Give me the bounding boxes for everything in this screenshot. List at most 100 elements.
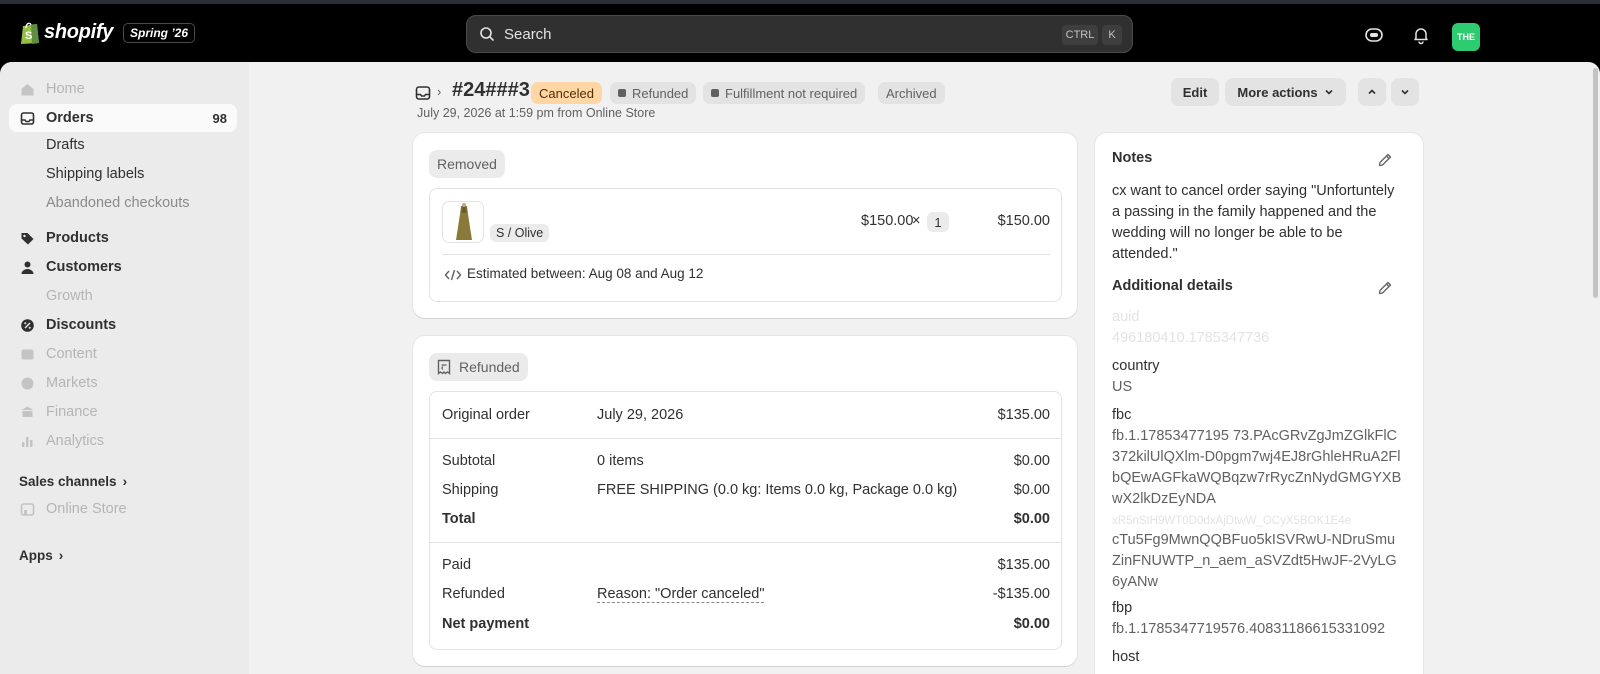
chevron-up-icon xyxy=(1368,89,1376,95)
sales-channels-label: Sales channels xyxy=(19,474,117,489)
store-name-redacted[interactable] xyxy=(1484,25,1596,49)
sidebar-item-label: Markets xyxy=(46,375,98,391)
discount-icon xyxy=(19,317,35,333)
top-bar: S shopify Spring ’26 Search CTRL K THE xyxy=(0,4,1600,62)
net-payment-label: Net payment xyxy=(442,616,530,632)
sidebar-item-label: Discounts xyxy=(46,317,117,333)
removed-line-item: S / Olive $150.00 × 1 $150.00 Estimated … xyxy=(429,188,1062,302)
additional-details-title: Additional details xyxy=(1112,278,1233,294)
sidebar-item-markets[interactable]: Markets xyxy=(9,369,237,397)
sidebar-item-customers[interactable]: Customers xyxy=(9,253,237,281)
svg-text:S: S xyxy=(25,30,32,42)
status-badge-canceled: Canceled xyxy=(531,82,602,104)
season-badge[interactable]: Spring ’26 xyxy=(123,22,196,43)
sidebar-item-products[interactable]: Products xyxy=(9,224,237,252)
original-order-amount: $135.00 xyxy=(997,407,1050,423)
sidebar-item-label: Growth xyxy=(46,288,93,304)
more-actions-button[interactable]: More actions xyxy=(1225,78,1346,106)
product-thumbnail[interactable] xyxy=(442,201,484,243)
refunded-amount: -$135.00 xyxy=(992,586,1050,602)
edit-button[interactable]: Edit xyxy=(1171,78,1219,106)
order-id: #24###3 xyxy=(452,79,530,101)
status-badge-label: Refunded xyxy=(632,85,689,101)
detail-value-fbc-faded: xR5nStH9WT0D0dxAjDtwW_OCyX5BOK1E4e xyxy=(1112,515,1352,527)
bank-icon xyxy=(19,404,35,420)
tag-icon xyxy=(19,230,35,246)
status-badge-label: Fulfillment not required xyxy=(725,85,858,101)
orders-inbox-icon[interactable] xyxy=(415,85,431,101)
chevron-down-icon xyxy=(1325,89,1333,95)
original-order-date: July 29, 2026 xyxy=(597,407,684,423)
refunded-card: Refunded Original order July 29, 2026 $1… xyxy=(413,336,1077,666)
globe-icon xyxy=(19,375,35,391)
sidebar-item-drafts[interactable]: Drafts xyxy=(46,137,85,153)
sidebar-item-analytics[interactable]: Analytics xyxy=(9,427,237,455)
sidebar-item-label: Products xyxy=(46,230,109,246)
notes-text: cx want to cancel order saying "Unfortun… xyxy=(1112,183,1395,262)
status-badge-fulfillment: Fulfillment not required xyxy=(703,82,866,104)
sidebar-item-label: Online Store xyxy=(46,501,127,517)
sidekick-icon[interactable] xyxy=(1364,25,1384,45)
page-scrollbar[interactable] xyxy=(1590,62,1600,674)
search-placeholder: Search xyxy=(504,25,552,43)
search-icon xyxy=(480,27,494,41)
refund-summary-table: Original order July 29, 2026 $135.00 Sub… xyxy=(429,391,1062,650)
sidebar-item-finance[interactable]: Finance xyxy=(9,398,237,426)
receipt-refund-icon xyxy=(437,359,451,375)
sidebar-item-discounts[interactable]: Discounts xyxy=(9,311,237,339)
bar-chart-icon xyxy=(19,433,35,449)
sidebar-item-label: Analytics xyxy=(46,433,105,449)
next-order-button[interactable] xyxy=(1391,78,1419,106)
admin-frame: Home Orders 98 Drafts Shipping labels Ab… xyxy=(0,62,1600,674)
more-actions-label: More actions xyxy=(1237,84,1318,100)
sidebar-item-label: Orders xyxy=(46,110,94,126)
detail-key-fbp: fbp xyxy=(1112,600,1133,616)
times-symbol: × xyxy=(912,213,921,229)
refund-reason[interactable]: Reason: "Order canceled" xyxy=(597,586,765,603)
sidebar-item-orders[interactable]: Orders 98 xyxy=(9,104,237,132)
total-label: Total xyxy=(442,511,476,527)
apps-header[interactable]: Apps › xyxy=(19,548,63,563)
bell-icon[interactable] xyxy=(1411,25,1431,45)
sidebar-item-home[interactable]: Home xyxy=(9,75,237,103)
scrollbar-thumb[interactable] xyxy=(1593,68,1598,298)
store-avatar[interactable]: THE xyxy=(1452,23,1480,51)
sidebar-item-label: Finance xyxy=(46,404,98,420)
inbox-icon xyxy=(19,110,35,126)
sidebar: Home Orders 98 Drafts Shipping labels Ab… xyxy=(0,62,249,674)
sales-channels-header[interactable]: Sales channels › xyxy=(19,474,127,489)
home-icon xyxy=(19,81,35,97)
edit-details-pencil-icon[interactable] xyxy=(1377,280,1393,296)
detail-key-host: host xyxy=(1112,649,1140,665)
chevron-right-icon: › xyxy=(122,474,128,489)
detail-key-auid: auid xyxy=(1112,309,1140,325)
code-icon xyxy=(444,269,462,281)
sidebar-item-abandoned-checkouts[interactable]: Abandoned checkouts xyxy=(46,195,190,211)
sidebar-item-label: Customers xyxy=(46,259,122,275)
shortcut-k-key: K xyxy=(1102,25,1122,45)
sidebar-item-growth[interactable]: Growth xyxy=(9,282,237,310)
edit-notes-pencil-icon[interactable] xyxy=(1377,152,1393,168)
logo-wordmark: shopify xyxy=(44,21,114,43)
refunded-row-label: Refunded xyxy=(442,586,505,602)
subtotal-items: 0 items xyxy=(597,453,644,469)
divider xyxy=(430,438,1061,439)
sidebar-item-shipping-labels[interactable]: Shipping labels xyxy=(46,166,144,182)
paid-label: Paid xyxy=(442,557,472,573)
sidebar-item-content[interactable]: Content xyxy=(9,340,237,368)
status-dot-icon xyxy=(711,89,719,97)
subtotal-label: Subtotal xyxy=(442,453,496,469)
shopify-logo[interactable]: S shopify Spring ’26 xyxy=(19,20,196,45)
main-content: › #24###3 Canceled Refunded Fulfillment … xyxy=(249,62,1600,674)
shipping-description: FREE SHIPPING (0.0 kg: Items 0.0 kg, Pac… xyxy=(597,482,958,498)
quantity-badge: 1 xyxy=(927,212,949,232)
store-icon xyxy=(19,501,35,517)
detail-value-fbc: fb.1.17853477195 73.PAcGRvZgJmZGlkFlC372… xyxy=(1112,428,1402,507)
subtotal-amount: $0.00 xyxy=(1013,453,1050,469)
unit-price: $150.00 xyxy=(861,213,914,229)
previous-order-button[interactable] xyxy=(1358,78,1386,106)
sidebar-item-online-store[interactable]: Online Store xyxy=(9,495,237,523)
refunded-label-pill: Refunded xyxy=(429,353,528,381)
divider xyxy=(430,542,1061,543)
search-bar[interactable]: Search CTRL K xyxy=(466,15,1133,53)
